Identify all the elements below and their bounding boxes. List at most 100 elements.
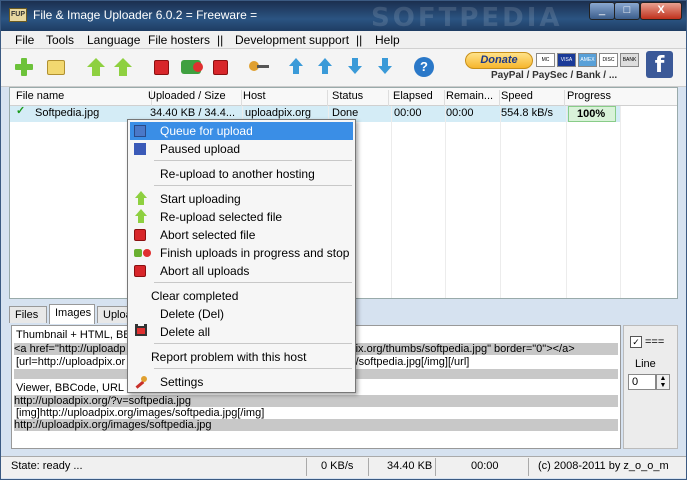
- app-icon: FUP: [9, 8, 27, 22]
- mastercard-icon: MC: [536, 53, 555, 67]
- done-check-icon: ✓: [16, 105, 26, 117]
- add-files-icon[interactable]: [15, 58, 33, 76]
- menu-help[interactable]: Help: [375, 33, 400, 47]
- line-label: Line: [635, 358, 656, 370]
- status-divider: [306, 458, 307, 476]
- move-top-icon[interactable]: [289, 58, 303, 76]
- title-bar[interactable]: FUP File & Image Uploader 6.0.2 = Freewa…: [1, 1, 686, 33]
- tab-upload[interactable]: Upload: [97, 306, 131, 323]
- reupload-icon: [134, 209, 148, 223]
- app-window: FUP File & Image Uploader 6.0.2 = Freewa…: [0, 0, 687, 480]
- column-host[interactable]: Host: [243, 90, 328, 106]
- discover-icon: DISC: [599, 53, 618, 67]
- facebook-icon[interactable]: f: [646, 51, 673, 78]
- status-size: 34.40 KB: [387, 460, 433, 472]
- line-stepper[interactable]: ▲ ▼: [656, 374, 670, 390]
- menu-file-hosters[interactable]: File hosters: [148, 33, 210, 47]
- menu-tools[interactable]: Tools: [46, 33, 74, 47]
- cell-host: uploadpix.org: [245, 107, 312, 119]
- arrow-up-icon: [134, 191, 148, 205]
- donate-button[interactable]: Donate: [465, 52, 533, 69]
- abort-icon: [134, 229, 146, 241]
- amex-icon: AMEX: [578, 53, 597, 67]
- tab-images[interactable]: Images: [49, 304, 95, 324]
- menu-separator: [154, 160, 352, 161]
- menu-development-support[interactable]: Development support: [235, 33, 349, 47]
- menu-item-report-problem[interactable]: Report problem with this host: [130, 348, 353, 366]
- separator-label: ===: [645, 336, 665, 348]
- line-input[interactable]: 0: [628, 374, 656, 390]
- menu-item-settings[interactable]: Settings: [130, 373, 353, 391]
- links-line: http://uploadpix.org/?v=softpedia.jpg: [14, 395, 618, 407]
- film-delete-icon: [135, 324, 147, 336]
- status-divider: [435, 458, 436, 476]
- menu-item-finish-and-stop[interactable]: Finish uploads in progress and stop: [130, 244, 353, 262]
- reupload-icon[interactable]: [114, 58, 132, 76]
- abort-all-icon[interactable]: [213, 60, 228, 75]
- menu-bar: File Tools Language File hosters || Deve…: [1, 31, 686, 49]
- abort-selected-icon[interactable]: [154, 60, 169, 75]
- tab-files[interactable]: Files: [9, 306, 47, 323]
- links-line: [url=http://uploadpix.or bs/softpedia.jpg…: [16, 356, 470, 368]
- link-options-panel: ✓ === Line 0 ▲ ▼: [623, 325, 678, 449]
- menu-separator: [154, 282, 352, 283]
- window-title: File & Image Uploader 6.0.2 = Freeware =: [33, 8, 258, 22]
- column-speed[interactable]: Speed: [501, 90, 565, 106]
- toolbar: ? Donate MC VISA AMEX DISC BANK PayPal /…: [1, 49, 686, 87]
- abort-all-icon: [134, 265, 146, 277]
- add-folder-icon[interactable]: [47, 60, 65, 75]
- key-icon[interactable]: [249, 61, 269, 71]
- menu-item-delete-all[interactable]: Delete all: [130, 323, 353, 341]
- menu-item-reupload-selected[interactable]: Re-upload selected file: [130, 208, 353, 226]
- column-file-name[interactable]: File name: [16, 90, 152, 106]
- help-icon[interactable]: ?: [414, 57, 434, 77]
- separator-checkbox[interactable]: ✓: [630, 336, 642, 348]
- finish-and-stop-icon[interactable]: [181, 60, 203, 74]
- queue-icon: [134, 125, 146, 137]
- menu-item-paused-upload[interactable]: Paused upload: [130, 140, 353, 158]
- cell-status: Done: [332, 107, 359, 119]
- column-elapsed[interactable]: Elapsed: [393, 90, 445, 106]
- menu-separator: [154, 343, 352, 344]
- menu-item-reupload-another-host[interactable]: Re-upload to another hosting: [130, 165, 353, 183]
- menu-item-abort-all[interactable]: Abort all uploads: [130, 262, 353, 280]
- minimize-button[interactable]: _: [589, 2, 615, 20]
- links-heading-html: Thumbnail + HTML, BBCo: [16, 329, 145, 341]
- status-state: State: ready ...: [11, 460, 83, 472]
- column-status[interactable]: Status: [332, 90, 389, 106]
- status-time: 00:00: [471, 460, 499, 472]
- links-line: [img]http://uploadpix.org/images/softped…: [16, 407, 265, 419]
- maximize-button[interactable]: □: [614, 2, 640, 20]
- column-uploaded-size[interactable]: Uploaded / Size: [148, 90, 242, 106]
- menu-separator: [154, 368, 352, 369]
- progress-value: 100%: [577, 108, 606, 120]
- column-divider: [500, 106, 501, 298]
- watermark: SOFTPEDIA: [371, 3, 563, 33]
- context-menu: Queue for upload Paused upload Re-upload…: [127, 119, 356, 393]
- menu-file[interactable]: File: [15, 33, 34, 47]
- move-down-icon[interactable]: [348, 58, 362, 76]
- menu-item-start-uploading[interactable]: Start uploading: [130, 190, 353, 208]
- menu-item-queue-for-upload[interactable]: Queue for upload: [130, 122, 353, 140]
- move-bottom-icon[interactable]: [378, 58, 392, 76]
- close-button[interactable]: X: [640, 2, 682, 20]
- cell-elapsed: 00:00: [394, 107, 422, 119]
- menu-language[interactable]: Language: [87, 33, 140, 47]
- visa-icon: VISA: [557, 53, 576, 67]
- menu-item-abort-selected[interactable]: Abort selected file: [130, 226, 353, 244]
- column-divider: [391, 106, 392, 298]
- wrench-icon: [135, 376, 147, 389]
- menu-item-delete[interactable]: Delete (Del): [130, 305, 353, 323]
- status-bar: State: ready ... 0 KB/s 34.40 KB 00:00 (…: [1, 456, 686, 478]
- column-progress[interactable]: Progress: [567, 90, 619, 106]
- move-up-icon[interactable]: [318, 58, 332, 76]
- start-upload-icon[interactable]: [87, 58, 105, 76]
- cell-remain: 00:00: [446, 107, 474, 119]
- pause-icon: [134, 143, 146, 155]
- menu-item-clear-completed[interactable]: Clear completed: [130, 287, 353, 305]
- finish-stop-icon: [134, 249, 151, 257]
- list-header: File name Uploaded / Size Host Status El…: [10, 88, 677, 106]
- status-copyright: (c) 2008-2011 by z_o_o_m: [538, 460, 669, 472]
- column-remain[interactable]: Remain...: [446, 90, 500, 106]
- menu-divider: ||: [356, 33, 363, 47]
